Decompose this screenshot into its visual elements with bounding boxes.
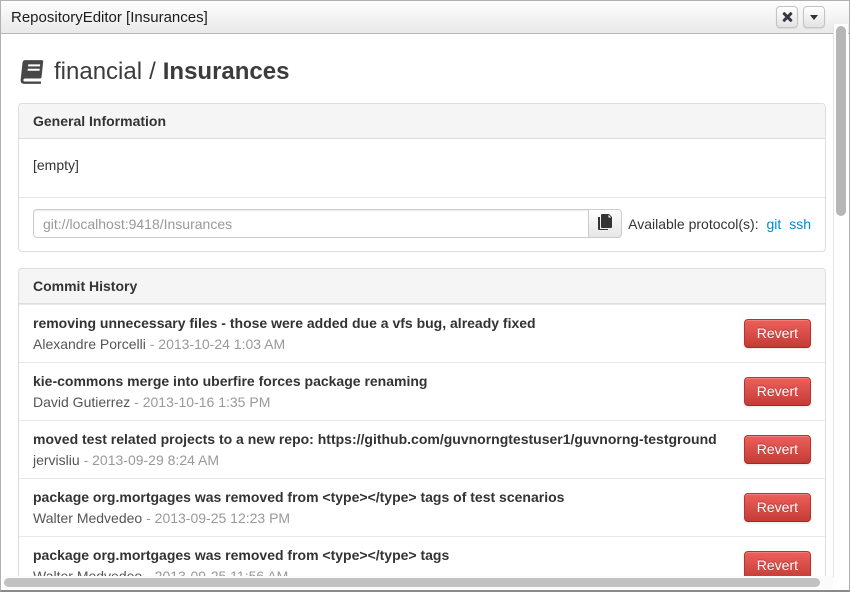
commit-history-panel: Commit History removing unnecessary file… bbox=[18, 268, 826, 576]
commit-info: moved test related projects to a new rep… bbox=[33, 429, 734, 470]
commit-author: Walter Medvedeo bbox=[33, 510, 142, 526]
repository-editor-window: RepositoryEditor [Insurances] bbox=[0, 0, 850, 592]
revert-button[interactable]: Revert bbox=[744, 377, 811, 406]
clone-url-row: Available protocol(s): git ssh bbox=[19, 197, 825, 251]
page-title: financial / Insurances bbox=[18, 58, 826, 86]
commit-info: package org.mortgages was removed from <… bbox=[33, 545, 734, 576]
clone-url-input[interactable] bbox=[33, 209, 589, 238]
window-menu-button[interactable] bbox=[803, 6, 825, 28]
meta-separator: - bbox=[142, 568, 154, 576]
commit-item: removing unnecessary files - those were … bbox=[19, 304, 825, 362]
breadcrumb-separator: / bbox=[149, 58, 156, 86]
available-protocols: Available protocol(s): git ssh bbox=[628, 216, 811, 232]
commit-author: David Gutierrez bbox=[33, 394, 130, 410]
commit-meta: David Gutierrez - 2013-10-16 1:35 PM bbox=[33, 393, 734, 412]
general-information-header: General Information bbox=[19, 104, 825, 139]
commit-date: 2013-10-16 1:35 PM bbox=[143, 394, 271, 410]
commit-message: removing unnecessary files - those were … bbox=[33, 313, 734, 333]
revert-button[interactable]: Revert bbox=[744, 493, 811, 522]
horizontal-scrollbar[interactable] bbox=[2, 576, 833, 589]
repo-name-label: Insurances bbox=[163, 58, 290, 86]
meta-separator: - bbox=[146, 336, 158, 352]
horizontal-scrollbar-thumb[interactable] bbox=[4, 578, 820, 587]
commit-date: 2013-09-29 8:24 AM bbox=[92, 452, 219, 468]
window-controls bbox=[776, 6, 825, 28]
commit-item: package org.mortgages was removed from <… bbox=[19, 478, 825, 536]
commit-date: 2013-09-25 11:56 AM bbox=[155, 568, 289, 576]
commit-author: Alexandre Porcelli bbox=[33, 336, 146, 352]
commit-meta: Alexandre Porcelli - 2013-10-24 1:03 AM bbox=[33, 335, 734, 354]
general-information-panel: General Information [empty] Available pr… bbox=[18, 103, 826, 252]
commit-message: package org.mortgages was removed from <… bbox=[33, 487, 734, 507]
commit-item: package org.mortgages was removed from <… bbox=[19, 536, 825, 576]
editor-viewport: financial / Insurances General Informati… bbox=[2, 35, 832, 576]
meta-separator: - bbox=[142, 510, 154, 526]
commit-item: moved test related projects to a new rep… bbox=[19, 420, 825, 478]
commit-message: moved test related projects to a new rep… bbox=[33, 429, 734, 449]
commit-message: package org.mortgages was removed from <… bbox=[33, 545, 734, 565]
protocols-label: Available protocol(s): bbox=[628, 216, 758, 232]
protocol-link-git[interactable]: git bbox=[767, 216, 782, 232]
commit-info: kie-commons merge into uberfire forces p… bbox=[33, 371, 734, 412]
commit-author: jervisliu bbox=[33, 452, 80, 468]
commit-history-header: Commit History bbox=[19, 269, 825, 304]
book-icon bbox=[18, 59, 44, 85]
commit-date: 2013-09-25 12:23 PM bbox=[155, 510, 290, 526]
repo-group-label: financial bbox=[54, 58, 142, 86]
window-title: RepositoryEditor [Insurances] bbox=[11, 9, 208, 26]
vertical-scrollbar[interactable] bbox=[833, 24, 848, 578]
commit-info: package org.mortgages was removed from <… bbox=[33, 487, 734, 528]
commit-info: removing unnecessary files - those were … bbox=[33, 313, 734, 354]
revert-button[interactable]: Revert bbox=[744, 319, 811, 348]
meta-separator: - bbox=[130, 394, 142, 410]
copy-url-button[interactable] bbox=[588, 209, 622, 238]
paste-icon bbox=[598, 214, 612, 233]
commit-item: kie-commons merge into uberfire forces p… bbox=[19, 362, 825, 420]
commit-author: Walter Medvedeo bbox=[33, 568, 142, 576]
vertical-scrollbar-thumb[interactable] bbox=[836, 26, 846, 216]
meta-separator: - bbox=[80, 452, 92, 468]
repo-description: [empty] bbox=[19, 139, 825, 197]
chevron-down-icon bbox=[810, 15, 818, 20]
commit-meta: Walter Medvedeo - 2013-09-25 12:23 PM bbox=[33, 509, 734, 528]
revert-button[interactable]: Revert bbox=[744, 435, 811, 464]
commit-message: kie-commons merge into uberfire forces p… bbox=[33, 371, 734, 391]
close-icon bbox=[781, 11, 793, 23]
commit-date: 2013-10-24 1:03 AM bbox=[158, 336, 285, 352]
commit-meta: jervisliu - 2013-09-29 8:24 AM bbox=[33, 451, 734, 470]
protocol-link-ssh[interactable]: ssh bbox=[789, 216, 811, 232]
revert-button[interactable]: Revert bbox=[744, 551, 811, 576]
close-button[interactable] bbox=[776, 6, 798, 28]
commit-meta: Walter Medvedeo - 2013-09-25 11:56 AM bbox=[33, 567, 734, 576]
window-titlebar: RepositoryEditor [Insurances] bbox=[1, 1, 849, 34]
